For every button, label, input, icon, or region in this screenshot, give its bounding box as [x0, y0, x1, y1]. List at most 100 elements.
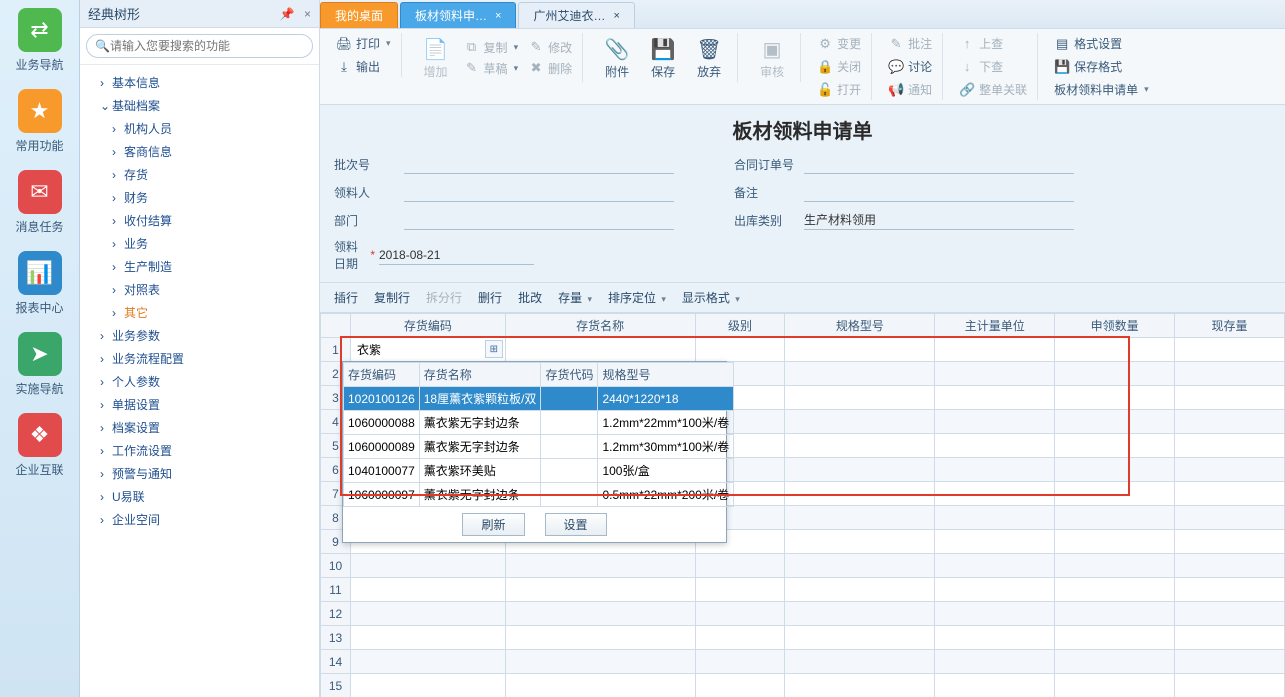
grid-cell[interactable] [1055, 650, 1175, 674]
grid-cell[interactable] [1175, 410, 1285, 434]
grid-cell[interactable] [1055, 674, 1175, 697]
audit-button[interactable]: ▣审核 [750, 33, 794, 82]
grid-cell[interactable] [785, 410, 935, 434]
grid-cell[interactable] [1175, 434, 1285, 458]
grid-cell[interactable] [505, 338, 695, 362]
tree-node[interactable]: ›存货 [112, 163, 315, 186]
grid-cell[interactable] [1055, 602, 1175, 626]
grid-cell[interactable] [1175, 674, 1285, 697]
grid-cell[interactable] [1055, 506, 1175, 530]
grid-cell[interactable] [785, 530, 935, 554]
grid-cell[interactable] [1175, 482, 1285, 506]
grid-cell[interactable] [695, 338, 785, 362]
print-button[interactable]: 🖨打印▾ [332, 33, 395, 54]
close-icon[interactable]: × [613, 10, 619, 22]
tree-node[interactable]: ›企业空间 [100, 508, 315, 531]
tree-node[interactable]: ›对照表 [112, 278, 315, 301]
grid-header[interactable]: 级别 [695, 314, 785, 338]
save-button[interactable]: 💾保存 [641, 33, 685, 82]
grid-cell[interactable] [1055, 362, 1175, 386]
grid-cell[interactable] [1175, 458, 1285, 482]
grid-cell[interactable] [1175, 554, 1285, 578]
dup-row-button[interactable]: 复制行 [374, 289, 410, 306]
table-row[interactable]: 1⊞ [321, 338, 1285, 362]
close-button[interactable]: 🔒关闭 [813, 56, 865, 77]
draft-button[interactable]: ✎草稿▾ [460, 58, 523, 79]
grid-cell[interactable] [1055, 530, 1175, 554]
input-contract[interactable] [804, 154, 1074, 174]
tree-node[interactable]: ›收付结算 [112, 209, 315, 232]
table-row[interactable]: 10 [321, 554, 1285, 578]
delete-button[interactable]: ✖删除 [524, 58, 576, 79]
tree-node[interactable]: ›档案设置 [100, 416, 315, 439]
popup-header[interactable]: 存货编码 [344, 363, 420, 387]
tree-node[interactable]: ›工作流设置 [100, 439, 315, 462]
grid-cell[interactable] [785, 506, 935, 530]
grid-cell[interactable] [350, 602, 505, 626]
grid-cell[interactable] [1175, 506, 1285, 530]
grid-cell[interactable] [935, 650, 1055, 674]
inventory-code-input[interactable] [355, 340, 501, 360]
grid-header[interactable]: 主计量单位 [935, 314, 1055, 338]
table-row[interactable]: 13 [321, 626, 1285, 650]
down-button[interactable]: ↓下查 [955, 56, 1031, 77]
input-remark[interactable] [804, 182, 1074, 202]
grid-cell[interactable] [695, 650, 785, 674]
output-button[interactable]: ⤓输出 [332, 56, 395, 77]
close-icon[interactable]: × [304, 7, 311, 21]
tree-node[interactable]: ›基本信息 [100, 71, 315, 94]
grid-header[interactable]: 申领数量 [1055, 314, 1175, 338]
grid-cell[interactable] [1175, 530, 1285, 554]
grid-cell[interactable] [785, 338, 935, 362]
lookup-icon[interactable]: ⊞ [485, 340, 503, 358]
grid-header[interactable]: 存货编码 [350, 314, 505, 338]
lookup-row[interactable]: 1060000089薰衣紫无字封边条1.2mm*30mm*100米/卷 [344, 435, 734, 459]
grid-cell[interactable] [785, 650, 935, 674]
notify-button[interactable]: 📢通知 [884, 79, 936, 100]
grid-cell[interactable] [785, 578, 935, 602]
grid-cell[interactable] [935, 506, 1055, 530]
leftnav-item[interactable]: 📊报表中心 [8, 251, 72, 316]
refresh-button[interactable]: 刷新 [462, 513, 524, 536]
save-format-button[interactable]: 💾保存格式 [1050, 56, 1153, 77]
grid-cell[interactable] [935, 338, 1055, 362]
grid-cell[interactable] [1175, 650, 1285, 674]
grid-cell[interactable] [1055, 410, 1175, 434]
grid-cell[interactable] [785, 386, 935, 410]
tree-search-input[interactable] [110, 39, 304, 53]
pin-icon[interactable]: 📌 [280, 7, 295, 21]
input-outtype[interactable] [804, 210, 1074, 230]
grid-cell[interactable] [935, 578, 1055, 602]
grid-cell[interactable] [695, 674, 785, 697]
modify-button[interactable]: ✎修改 [524, 37, 576, 58]
grid-cell[interactable] [1055, 626, 1175, 650]
grid-cell[interactable] [785, 482, 935, 506]
grid-cell[interactable] [350, 554, 505, 578]
tree-node[interactable]: ›单据设置 [100, 393, 315, 416]
grid-cell[interactable] [350, 626, 505, 650]
attach-button[interactable]: 📎附件 [595, 33, 639, 82]
split-row-button[interactable]: 拆分行 [426, 289, 462, 306]
sort-button[interactable]: 排序定位 ▾ [608, 289, 666, 306]
tree-node[interactable]: ›业务参数 [100, 324, 315, 347]
table-row[interactable]: 11 [321, 578, 1285, 602]
lookup-row[interactable]: 102010012618厘薰衣紫颗粒板/双2440*1220*18 [344, 387, 734, 411]
table-row[interactable]: 14 [321, 650, 1285, 674]
grid-cell[interactable] [935, 434, 1055, 458]
input-dept[interactable] [404, 210, 674, 230]
batch-button[interactable]: 批改 [518, 289, 542, 306]
grid-cell[interactable] [505, 674, 695, 697]
lookup-table[interactable]: 存货编码存货名称存货代码规格型号 102010012618厘薰衣紫颗粒板/双24… [343, 362, 734, 507]
change-button[interactable]: ⚙变更 [813, 33, 865, 54]
grid-cell[interactable] [350, 674, 505, 697]
grid-cell[interactable] [1175, 626, 1285, 650]
grid-cell[interactable] [350, 578, 505, 602]
tree-node[interactable]: ›个人参数 [100, 370, 315, 393]
grid-cell[interactable] [505, 650, 695, 674]
lookup-row[interactable]: 1060000088薰衣紫无字封边条1.2mm*22mm*100米/卷 [344, 411, 734, 435]
discard-button[interactable]: 🗑放弃 [687, 33, 731, 82]
leftnav-item[interactable]: ★常用功能 [8, 89, 72, 154]
grid-cell[interactable] [935, 674, 1055, 697]
copy-button[interactable]: ⧉复制▾ [460, 37, 523, 58]
grid-cell[interactable] [505, 554, 695, 578]
